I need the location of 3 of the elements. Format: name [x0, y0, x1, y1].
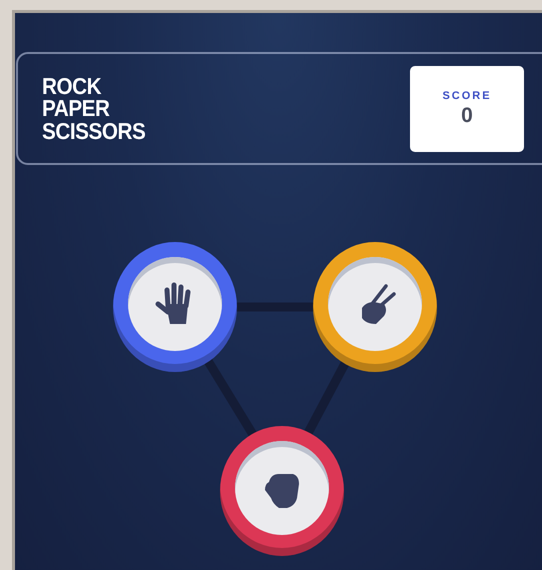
score-label: SCORE: [442, 90, 492, 102]
game-title: ROCK PAPER SCISSORS: [42, 74, 146, 142]
score-value: 0: [461, 104, 473, 128]
